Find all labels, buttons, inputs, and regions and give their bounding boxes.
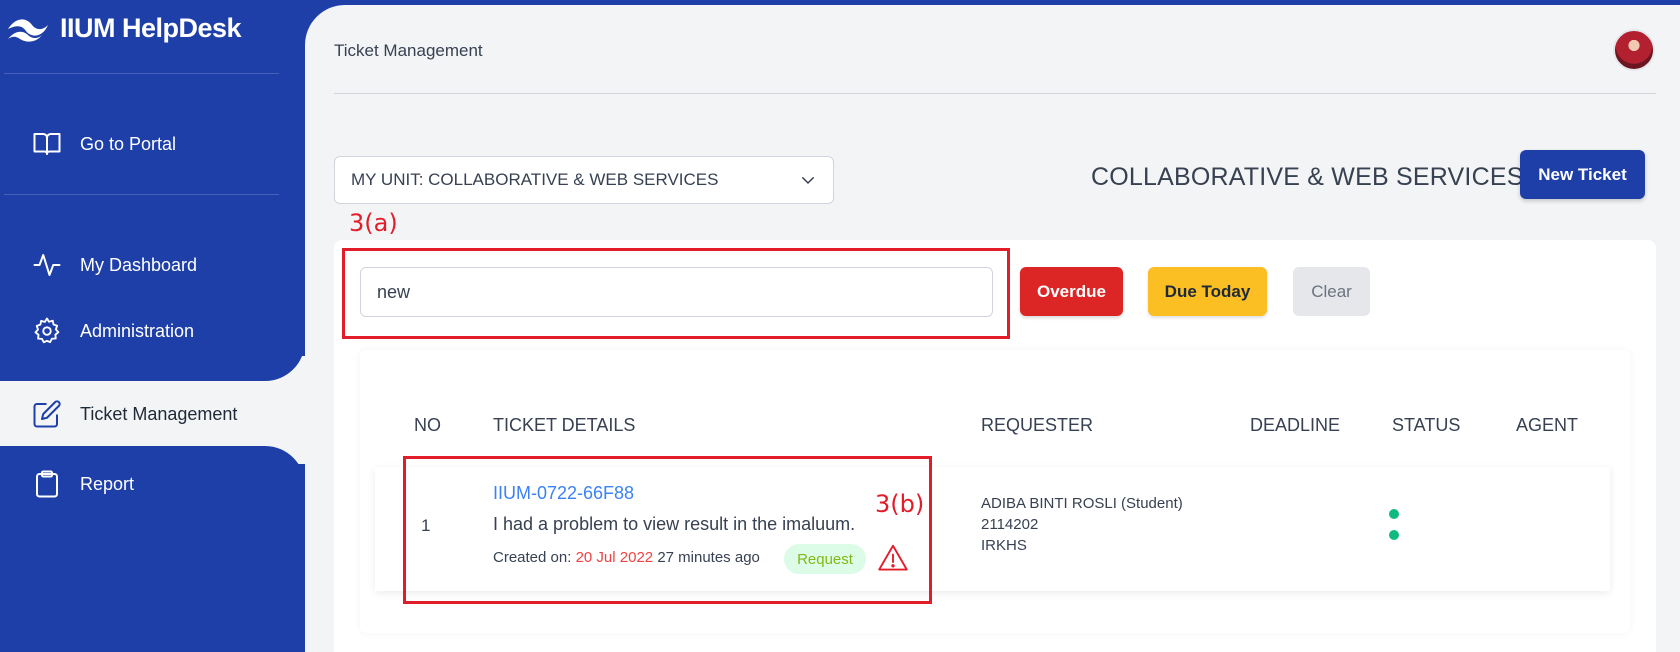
sidebar-item-administration-overlay: Administration bbox=[4, 303, 305, 359]
annotation-label-3a: 3(a) bbox=[349, 209, 398, 237]
avatar[interactable] bbox=[1613, 29, 1655, 71]
sidebar-item-ticket-management[interactable]: Ticket Management bbox=[4, 382, 305, 446]
page-title: Ticket Management bbox=[334, 41, 483, 60]
sidebar-item-label: My Dashboard bbox=[80, 254, 198, 275]
requester-dept: IRKHS bbox=[981, 537, 1027, 554]
main-content: Ticket Management MY UNIT: COLLABORATIVE… bbox=[305, 5, 1680, 652]
clipboard-icon bbox=[32, 469, 62, 499]
column-header-requester: REQUESTER bbox=[981, 415, 1094, 435]
column-header-status: STATUS bbox=[1392, 415, 1461, 435]
requester-id: 2114202 bbox=[981, 516, 1039, 533]
sidebar-item-label: Report bbox=[80, 473, 135, 494]
column-header-agent: AGENT bbox=[1516, 415, 1579, 435]
column-header-ticket-details: TICKET DETAILS bbox=[493, 415, 636, 435]
annotation-box-3b bbox=[403, 456, 932, 604]
gear-icon bbox=[32, 316, 62, 346]
app-logo[interactable]: IIUM HelpDesk bbox=[6, 10, 242, 46]
chevron-down-icon bbox=[802, 177, 814, 185]
header-divider bbox=[334, 93, 1656, 94]
sidebar-item-label: Administration bbox=[80, 320, 195, 341]
requester-name: ADIBA BINTI ROSLI (Student) bbox=[981, 495, 1183, 512]
app-title: IIUM HelpDesk bbox=[60, 12, 242, 43]
annotation-box-3a bbox=[342, 248, 1010, 339]
column-header-deadline: DEADLINE bbox=[1250, 415, 1341, 435]
column-header-no: NO bbox=[414, 415, 441, 435]
sidebar: IIUM HelpDesk Go to Portal My Dashboard … bbox=[0, 0, 305, 652]
unit-heading: COLLABORATIVE & WEB SERVICES bbox=[1091, 163, 1524, 191]
unit-select[interactable]: MY UNIT: COLLABORATIVE & WEB SERVICES bbox=[334, 156, 834, 204]
sidebar-divider bbox=[4, 194, 279, 195]
status-dot bbox=[1389, 509, 1399, 519]
sidebar-item-go-to-portal[interactable]: Go to Portal bbox=[4, 116, 305, 172]
sidebar-item-label: Ticket Management bbox=[80, 403, 238, 424]
sidebar-item-label: Go to Portal bbox=[80, 133, 177, 154]
due-today-button[interactable]: Due Today bbox=[1148, 267, 1267, 316]
new-ticket-button[interactable]: New Ticket bbox=[1520, 150, 1645, 199]
book-open-icon bbox=[32, 129, 62, 159]
sidebar-item-my-dashboard[interactable]: My Dashboard bbox=[4, 237, 305, 293]
edit-icon bbox=[32, 399, 62, 429]
activity-icon bbox=[32, 250, 62, 280]
sidebar-item-report[interactable]: Report bbox=[4, 456, 305, 512]
logo-wave-icon bbox=[8, 19, 48, 42]
clear-button[interactable]: Clear bbox=[1293, 267, 1370, 316]
status-dot bbox=[1389, 530, 1399, 540]
overdue-button[interactable]: Overdue bbox=[1020, 267, 1123, 316]
sidebar-divider bbox=[4, 73, 279, 74]
unit-select-value: MY UNIT: COLLABORATIVE & WEB SERVICES bbox=[351, 170, 719, 189]
